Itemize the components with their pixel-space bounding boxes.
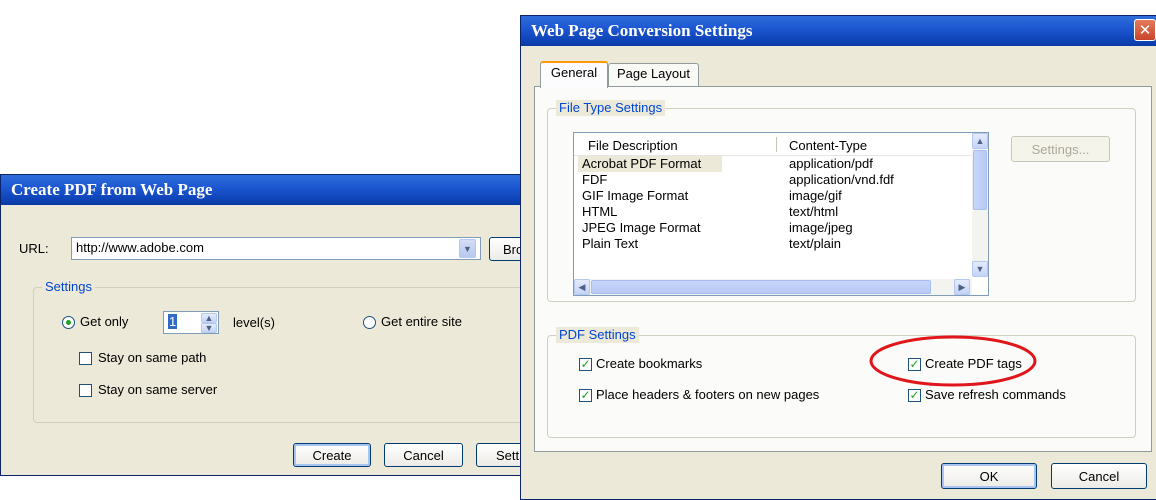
highlight-ellipse (869, 335, 1037, 387)
levels-down-button[interactable]: ▼ (201, 323, 217, 333)
settings-group-label: Settings (42, 279, 95, 295)
levels-up-button[interactable]: ▲ (201, 313, 217, 323)
chevron-up-icon: ▲ (975, 136, 985, 146)
chevron-left-icon: ◀ (578, 281, 586, 292)
cancel-button-label: Cancel (403, 447, 444, 463)
list-header: File Description Content-Type (574, 133, 972, 156)
create-button[interactable]: Create (293, 443, 371, 467)
tab-general-label: General (550, 65, 598, 80)
web-page-conversion-dialog: Web Page Conversion Settings ✕ General P… (520, 15, 1156, 500)
get-entire-site-label: Get entire site (381, 314, 462, 329)
chevron-right-icon: ▶ (958, 281, 966, 292)
row-content-type: application/pdf (789, 156, 873, 171)
file-type-settings-button[interactable]: Settings... (1011, 136, 1110, 162)
headers-footers-label: Place headers & footers on new pages (596, 387, 820, 402)
conversion-cancel-button[interactable]: Cancel (1051, 463, 1147, 489)
highlight-ellipse-shape (869, 335, 1037, 387)
row-content-type: application/vnd.fdf (789, 172, 894, 187)
ok-button[interactable]: OK (941, 463, 1037, 489)
save-refresh-label: Save refresh commands (925, 387, 1066, 402)
table-row[interactable]: Acrobat PDF Format application/pdf (578, 156, 970, 172)
url-input[interactable]: http://www.adobe.com (71, 237, 481, 260)
url-value: http://www.adobe.com (76, 240, 204, 255)
levels-value: 1 (168, 314, 178, 329)
close-button[interactable]: ✕ (1134, 19, 1156, 41)
create-pdf-dialog: Create PDF from Web Page URL: http://www… (0, 174, 530, 476)
create-bookmarks-label: Create bookmarks (596, 356, 703, 371)
row-content-type: text/html (789, 204, 839, 219)
general-tab-panel: File Type Settings File Description Cont… (534, 86, 1152, 452)
vertical-scroll-thumb[interactable] (973, 150, 987, 210)
row-description: HTML (582, 204, 618, 219)
pdf-settings-label: PDF Settings (556, 327, 639, 343)
horizontal-scrollbar[interactable]: ◀ ▶ (574, 279, 972, 295)
chevron-down-icon: ▼ (204, 323, 214, 333)
tab-page-layout[interactable]: Page Layout (608, 63, 699, 87)
row-content-type: text/plain (789, 236, 842, 251)
row-description: Plain Text (582, 236, 639, 251)
chevron-down-icon: ▼ (975, 264, 985, 274)
cancel-button[interactable]: Cancel (384, 443, 463, 467)
tab-general[interactable]: General (540, 61, 608, 88)
scroll-left-button[interactable]: ◀ (574, 279, 590, 295)
scroll-down-button[interactable]: ▼ (972, 261, 988, 277)
table-row[interactable]: HTML text/html (578, 204, 970, 220)
stay-same-path-label: Stay on same path (98, 350, 207, 365)
conversion-title-bar[interactable]: Web Page Conversion Settings (521, 16, 1156, 46)
get-only-label: Get only (80, 314, 129, 329)
headers-footers-checkbox[interactable]: ✓ (579, 389, 592, 402)
row-description: FDF (582, 172, 608, 187)
column-divider (776, 137, 777, 152)
close-icon: ✕ (1138, 21, 1152, 39)
table-row[interactable]: Plain Text text/plain (578, 236, 970, 252)
save-refresh-checkbox[interactable]: ✓ (908, 389, 921, 402)
stay-same-server-label: Stay on same server (98, 382, 218, 397)
stay-same-server-checkbox[interactable] (79, 384, 92, 397)
get-only-radio[interactable] (62, 316, 75, 329)
horizontal-scroll-thumb[interactable] (591, 280, 931, 294)
file-type-settings-button-label: Settings... (1031, 141, 1090, 157)
create-pdf-title: Create PDF from Web Page (11, 180, 213, 199)
create-pdf-title-bar[interactable]: Create PDF from Web Page (1, 175, 529, 205)
file-type-list[interactable]: File Description Content-Type Acrobat PD… (573, 132, 989, 296)
table-row[interactable]: FDF application/vnd.fdf (578, 172, 970, 188)
conversion-cancel-button-label: Cancel (1078, 468, 1120, 484)
row-description: GIF Image Format (582, 188, 689, 203)
row-content-type: image/gif (789, 188, 842, 203)
create-button-label: Create (312, 447, 352, 463)
chevron-down-icon: ▼ (463, 243, 472, 254)
table-row[interactable]: GIF Image Format image/gif (578, 188, 970, 204)
chevron-up-icon: ▲ (204, 313, 214, 323)
column-header-file-description[interactable]: File Description (588, 138, 678, 154)
url-dropdown-button[interactable]: ▼ (459, 239, 476, 258)
table-row[interactable]: JPEG Image Format image/jpeg (578, 220, 970, 236)
tab-page-layout-label: Page Layout (616, 66, 690, 81)
ok-button-label: OK (979, 468, 999, 484)
scroll-right-button[interactable]: ▶ (954, 279, 970, 295)
file-type-settings-label: File Type Settings (556, 100, 666, 116)
conversion-title: Web Page Conversion Settings (531, 21, 753, 40)
column-header-content-type[interactable]: Content-Type (789, 138, 867, 154)
create-bookmarks-checkbox[interactable]: ✓ (579, 358, 592, 371)
url-label: URL: (19, 241, 49, 256)
row-content-type: image/jpeg (789, 220, 853, 235)
row-description: JPEG Image Format (582, 220, 701, 235)
row-description: Acrobat PDF Format (578, 156, 722, 172)
get-entire-site-radio[interactable] (363, 316, 376, 329)
stay-same-path-checkbox[interactable] (79, 352, 92, 365)
vertical-scrollbar[interactable]: ▲ ▼ (972, 133, 988, 277)
scroll-up-button[interactable]: ▲ (972, 133, 988, 149)
levels-label: level(s) (233, 315, 275, 330)
